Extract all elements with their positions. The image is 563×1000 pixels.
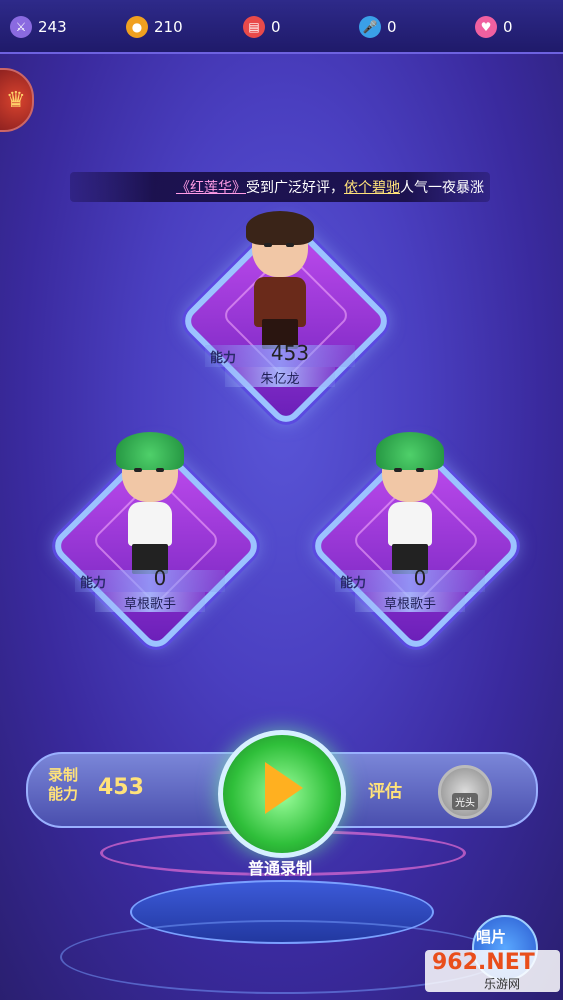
- stat-value: 0: [503, 18, 513, 36]
- stat-value: 0: [387, 18, 397, 36]
- stat-ticket[interactable]: ▤ 0: [243, 15, 281, 39]
- ticker-text: 《红莲华》受到广泛好评，依个碧驰人气一夜暴涨: [176, 177, 484, 197]
- ability-value: 0: [153, 566, 167, 590]
- record-ability-label: 录制能力: [48, 766, 79, 803]
- watermark-logo: 962.NET: [432, 950, 535, 975]
- treasure-icon: ♛: [6, 88, 26, 113]
- top-status-bar: ⚔ 243 ● 210 ▤ 0 🎤 0 ♥ 0: [0, 0, 563, 54]
- ticker-name[interactable]: 依个碧驰: [344, 180, 400, 196]
- heart-icon: ♥: [475, 16, 497, 38]
- singer-card-right[interactable]: 能力 0 草根歌手: [308, 420, 524, 654]
- stat-value: 243: [38, 18, 67, 36]
- stat-sword[interactable]: ⚔ 243: [10, 15, 67, 39]
- singer-name: 草根歌手: [383, 597, 436, 612]
- record-ability-value: 453: [98, 775, 144, 800]
- evaluation-label: 评估: [368, 782, 402, 802]
- ticker-text1: 受到广泛好评，: [246, 180, 344, 196]
- singer-card-top[interactable]: 能力 453 朱亿龙: [178, 195, 394, 429]
- ticker-song-close: 》: [232, 180, 246, 196]
- record-button-label: 普通录制: [247, 859, 312, 878]
- ability-label: 能力: [340, 576, 367, 591]
- singer-card-left[interactable]: 能力 0 草根歌手: [48, 420, 264, 654]
- medal-text: 光头: [452, 792, 478, 810]
- play-icon: [265, 762, 303, 814]
- ticker-song-open: 《: [176, 180, 190, 196]
- ticket-icon: ▤: [243, 16, 265, 38]
- sword-icon: ⚔: [10, 16, 32, 38]
- singer-name: 朱亿龙: [260, 372, 300, 387]
- disc-button-label: 唱片: [476, 928, 507, 946]
- stat-value: 0: [271, 18, 281, 36]
- singer-name: 草根歌手: [123, 597, 176, 612]
- ability-value: 453: [270, 341, 310, 365]
- stat-value: 210: [154, 18, 183, 36]
- microphone-icon: 🎤: [359, 16, 381, 38]
- stat-coin[interactable]: ● 210: [126, 15, 183, 39]
- side-menu-button[interactable]: ♛: [0, 68, 34, 132]
- ability-label: 能力: [80, 576, 107, 591]
- coin-icon: ●: [126, 16, 148, 38]
- ticker-song[interactable]: 红莲华: [190, 180, 232, 196]
- ability-value: 0: [413, 566, 427, 590]
- stat-heart[interactable]: ♥ 0: [475, 15, 513, 39]
- ticker-text2: 人气一夜暴涨: [400, 180, 484, 196]
- evaluation-medal[interactable]: 光头: [438, 765, 492, 819]
- watermark-text: 乐游网: [484, 977, 521, 991]
- ability-label: 能力: [210, 351, 237, 366]
- stat-microphone[interactable]: 🎤 0: [359, 15, 397, 39]
